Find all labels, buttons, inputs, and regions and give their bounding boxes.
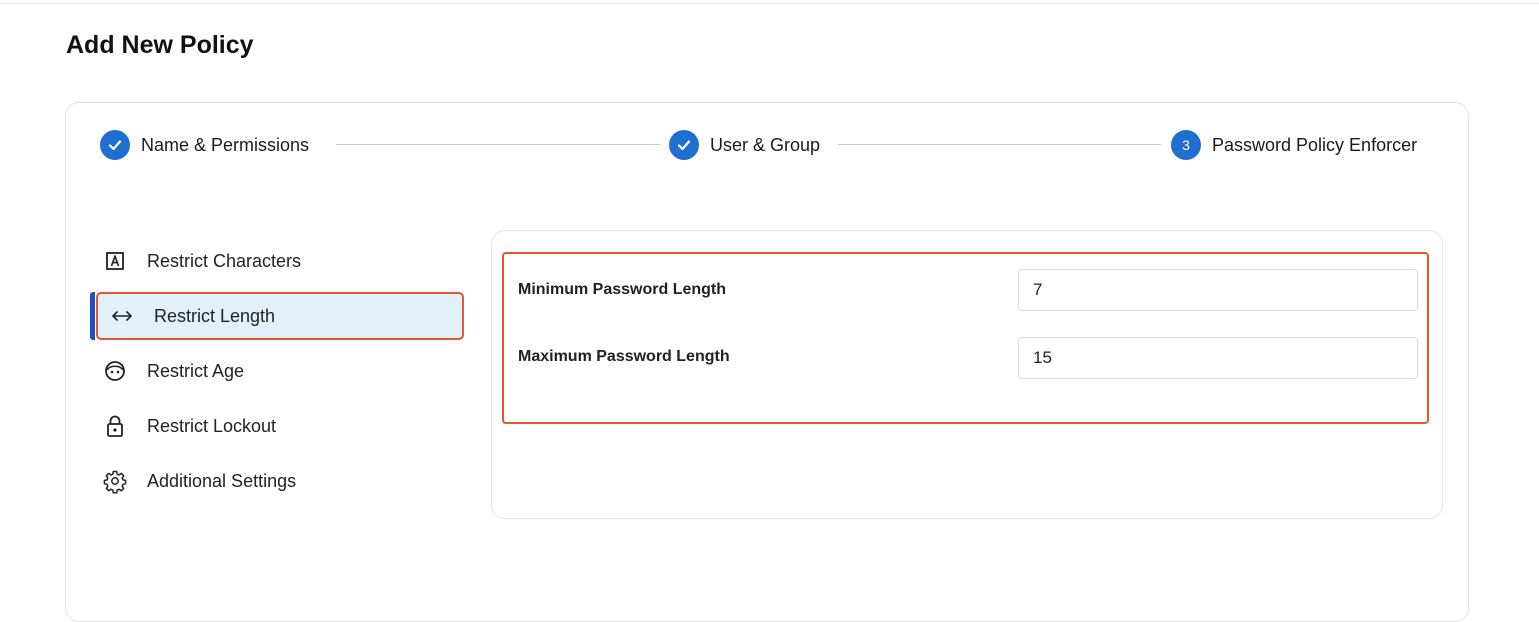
- top-divider: [0, 3, 1539, 4]
- sidebar-item-label: Restrict Length: [154, 305, 276, 326]
- sidebar-item-label: Additional Settings: [147, 470, 297, 491]
- left-right-arrow-icon: [110, 304, 134, 328]
- active-indicator: [90, 292, 95, 340]
- step-connector: [336, 144, 660, 145]
- lock-icon: [103, 414, 127, 438]
- max-length-input[interactable]: [1018, 337, 1418, 379]
- gear-icon: [103, 469, 127, 494]
- max-length-label: Maximum Password Length: [518, 348, 730, 365]
- sidebar-item-restrict-characters[interactable]: Restrict Characters: [92, 237, 464, 285]
- sidebar-item-label: Restrict Characters: [147, 250, 302, 271]
- step-user-group[interactable]: User & Group: [669, 130, 820, 160]
- min-length-input[interactable]: [1018, 269, 1418, 311]
- step-label: Password Policy Enforcer: [1212, 134, 1418, 155]
- step-name-permissions[interactable]: Name & Permissions: [100, 130, 309, 160]
- face-icon: [103, 359, 127, 383]
- step-label: User & Group: [710, 134, 821, 155]
- letter-a-box-icon: [103, 249, 127, 273]
- sidebar-item-label: Restrict Age: [147, 360, 245, 381]
- sidebar-item-restrict-age[interactable]: Restrict Age: [92, 347, 464, 395]
- step-label: Name & Permissions: [141, 134, 310, 155]
- sidebar-item-additional-settings[interactable]: Additional Settings: [92, 457, 464, 505]
- step-number-badge: 3: [1171, 130, 1201, 160]
- min-length-label: Minimum Password Length: [518, 281, 727, 298]
- step-connector: [838, 144, 1161, 145]
- check-icon: [669, 130, 699, 160]
- sidebar-item-restrict-lockout[interactable]: Restrict Lockout: [92, 402, 464, 450]
- check-icon: [100, 130, 130, 160]
- step-password-policy-enforcer[interactable]: 3 Password Policy Enforcer: [1171, 130, 1417, 160]
- sidebar-item-label: Restrict Lockout: [147, 415, 277, 436]
- sidebar-item-restrict-length[interactable]: Restrict Length: [96, 292, 464, 340]
- page-title: Add New Policy: [66, 31, 254, 59]
